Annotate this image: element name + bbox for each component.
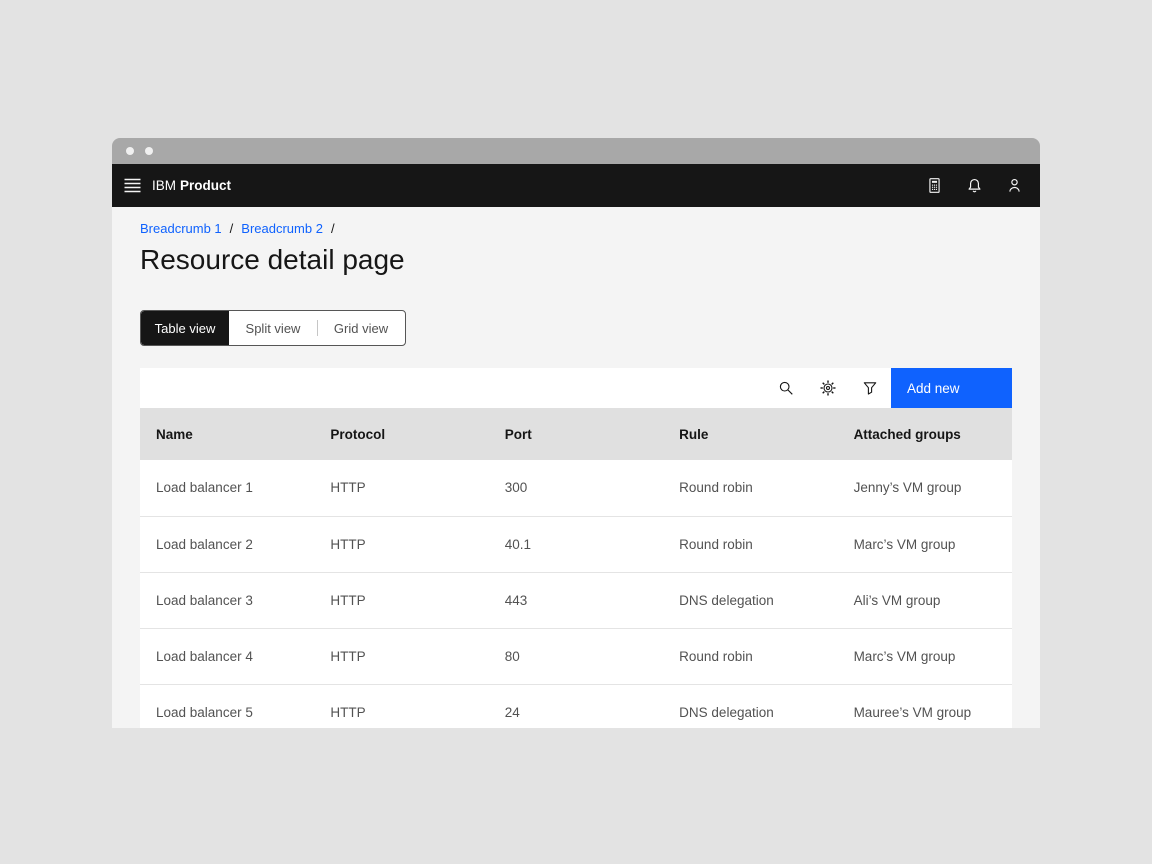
cell-attached-groups: Mauree’s VM group — [838, 684, 1012, 728]
cell-port: 443 — [489, 572, 663, 628]
cell-name: Load balancer 1 — [140, 460, 314, 516]
data-table: NameProtocolPortRuleAttached groups Load… — [140, 408, 1012, 728]
cell-port: 80 — [489, 628, 663, 684]
cell-rule: DNS delegation — [663, 572, 837, 628]
column-header-name: Name — [140, 408, 314, 460]
page-content: Breadcrumb 1 / Breadcrumb 2 / Resource deta… — [112, 207, 1040, 728]
window-control-dot-2[interactable] — [145, 147, 153, 155]
cell-protocol: HTTP — [314, 516, 488, 572]
cell-protocol: HTTP — [314, 460, 488, 516]
brand: IBM Product — [152, 178, 231, 193]
cell-name: Load balancer 3 — [140, 572, 314, 628]
header-actions — [914, 164, 1040, 207]
cell-attached-groups: Ali’s VM group — [838, 572, 1012, 628]
breadcrumb-link-2[interactable]: Breadcrumb 2 — [241, 221, 323, 236]
add-new-button[interactable]: Add new — [891, 368, 1012, 408]
menu-button[interactable] — [112, 164, 152, 207]
calculator-icon — [926, 177, 943, 194]
table-toolbar: Add new — [140, 368, 1012, 408]
cell-attached-groups: Jenny’s VM group — [838, 460, 1012, 516]
column-header-port: Port — [489, 408, 663, 460]
notifications-button[interactable] — [954, 164, 994, 207]
data-table-card: Add new NameProtocolPortRuleAttached gro… — [140, 368, 1012, 728]
brand-prefix: IBM — [152, 178, 176, 193]
search-button[interactable] — [765, 368, 807, 408]
column-header-attached-groups: Attached groups — [838, 408, 1012, 460]
column-header-rule: Rule — [663, 408, 837, 460]
view-switcher-option-table-view[interactable]: Table view — [141, 311, 229, 345]
page-title: Resource detail page — [140, 243, 1012, 277]
table-row-3: Load balancer 3HTTP443DNS delegationAli’… — [140, 572, 1012, 628]
cell-protocol: HTTP — [314, 684, 488, 728]
view-switcher-option-split-view[interactable]: Split view — [229, 311, 317, 345]
cell-rule: Round robin — [663, 460, 837, 516]
cell-rule: Round robin — [663, 628, 837, 684]
bell-icon — [966, 177, 983, 194]
cell-name: Load balancer 4 — [140, 628, 314, 684]
search-icon — [778, 380, 794, 396]
filter-icon — [862, 380, 878, 396]
cell-name: Load balancer 5 — [140, 684, 314, 728]
cell-rule: DNS delegation — [663, 684, 837, 728]
user-avatar-icon — [1006, 177, 1023, 194]
table-row-5: Load balancer 5HTTP24DNS delegationMaure… — [140, 684, 1012, 728]
brand-product-name: Product — [180, 178, 231, 193]
browser-window: IBM Product — [112, 138, 1040, 728]
window-titlebar — [112, 138, 1040, 164]
breadcrumb-separator: / — [331, 221, 335, 236]
app-header: IBM Product — [112, 164, 1040, 207]
breadcrumb-separator: / — [230, 221, 234, 236]
cell-port: 300 — [489, 460, 663, 516]
window-control-dot-1[interactable] — [126, 147, 134, 155]
cell-port: 40.1 — [489, 516, 663, 572]
user-profile-button[interactable] — [994, 164, 1034, 207]
cell-protocol: HTTP — [314, 628, 488, 684]
view-switcher-option-grid-view[interactable]: Grid view — [317, 311, 405, 345]
cell-rule: Round robin — [663, 516, 837, 572]
column-header-protocol: Protocol — [314, 408, 488, 460]
table-row-4: Load balancer 4HTTP80Round robinMarc’s V… — [140, 628, 1012, 684]
cell-attached-groups: Marc’s VM group — [838, 628, 1012, 684]
view-switcher: Table viewSplit viewGrid view — [140, 310, 406, 346]
cell-attached-groups: Marc’s VM group — [838, 516, 1012, 572]
table-row-1: Load balancer 1HTTP300Round robinJenny’s… — [140, 460, 1012, 516]
calculator-button[interactable] — [914, 164, 954, 207]
cell-port: 24 — [489, 684, 663, 728]
table-header: NameProtocolPortRuleAttached groups — [140, 408, 1012, 460]
table-row-2: Load balancer 2HTTP40.1Round robinMarc’s… — [140, 516, 1012, 572]
breadcrumb: Breadcrumb 1 / Breadcrumb 2 / — [140, 221, 1012, 236]
cell-protocol: HTTP — [314, 572, 488, 628]
gear-icon — [820, 380, 836, 396]
breadcrumb-link-1[interactable]: Breadcrumb 1 — [140, 221, 222, 236]
cell-name: Load balancer 2 — [140, 516, 314, 572]
settings-button[interactable] — [807, 368, 849, 408]
hamburger-menu-icon — [124, 178, 141, 193]
filter-button[interactable] — [849, 368, 891, 408]
